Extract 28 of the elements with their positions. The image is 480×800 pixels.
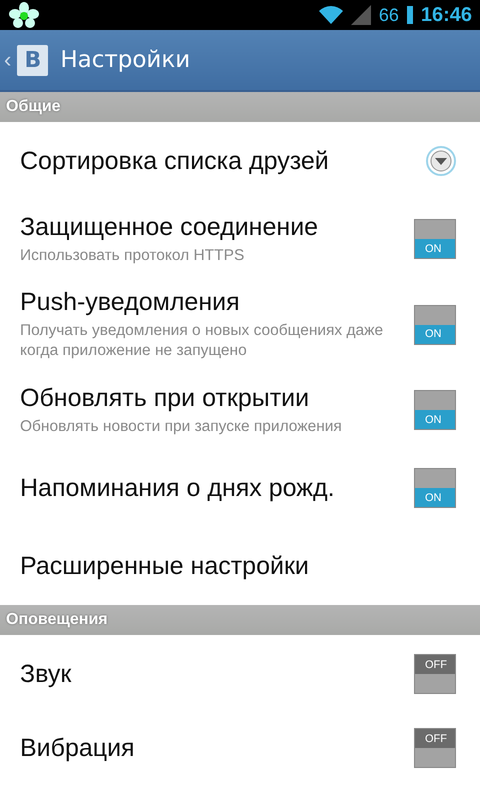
section-header: Оповещения — [0, 605, 480, 635]
toggle-switch[interactable]: OFF — [414, 654, 456, 694]
toggle-switch[interactable]: ON — [414, 390, 456, 430]
setting-title: Звук — [20, 660, 72, 688]
toggle-switch[interactable]: ON — [414, 304, 456, 344]
setting-title: Расширенные настройки — [20, 552, 310, 580]
wifi-icon — [318, 6, 343, 24]
setting-summary: Использовать протокол HTTPS — [20, 246, 246, 266]
clock: 16:46 — [420, 4, 472, 26]
dropdown-button[interactable] — [426, 146, 456, 176]
toggle-switch[interactable]: ON — [414, 468, 456, 508]
toggle-switch[interactable]: ON — [414, 219, 456, 259]
flower-icon — [8, 2, 40, 28]
setting-title: Защищенное соединение — [20, 212, 320, 242]
caret-icon — [430, 150, 452, 172]
battery-level: 66 — [378, 4, 399, 24]
toggle-switch[interactable]: OFF — [414, 728, 456, 768]
setting-summary: Обновлять новости при запуске приложения — [20, 416, 343, 436]
setting-summary: Получать уведомления о новых сообщениях даже когда приложение не запущено — [20, 321, 384, 361]
section-header: Общие — [0, 92, 480, 122]
battery-icon — [406, 6, 413, 24]
screen-title: Настройки — [60, 47, 190, 73]
setting-title: Push-уведомления — [20, 288, 241, 317]
setting-title: Сортировка списка друзей — [20, 146, 330, 176]
setting-title: Обновлять при открытии — [20, 384, 310, 412]
signal-icon — [350, 5, 371, 25]
setting-title: Вибрация — [20, 734, 136, 762]
setting-title: Напоминания о днях рожд. — [20, 474, 336, 502]
